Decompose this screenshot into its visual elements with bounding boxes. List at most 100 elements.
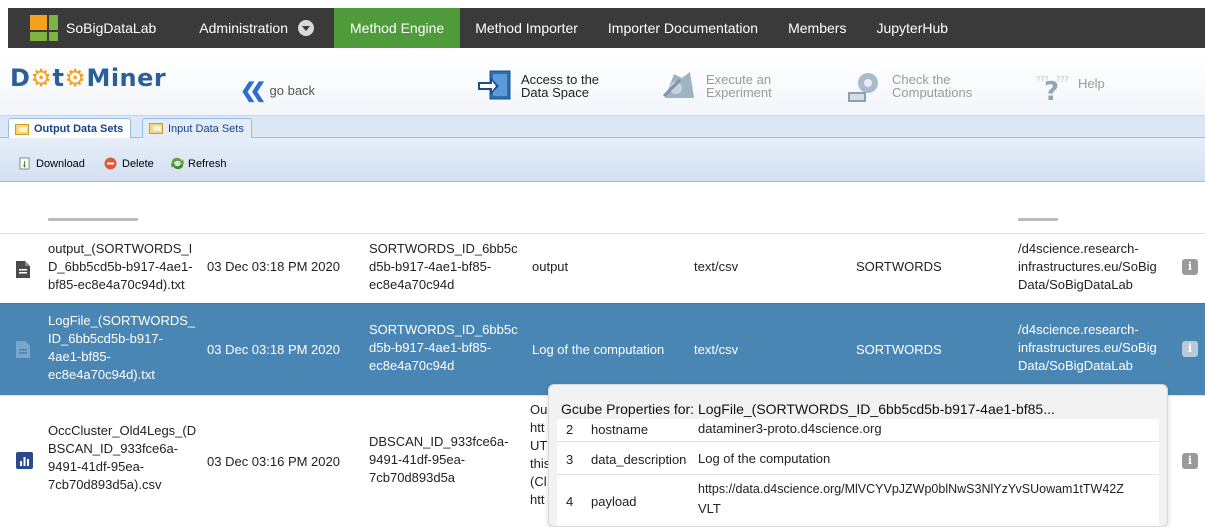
property-key: payload bbox=[591, 494, 637, 509]
gear-icon: ⚙ bbox=[64, 64, 87, 92]
top-navbar-bar: SoBigDataLab Administration Method Engin… bbox=[8, 8, 1205, 48]
dataset-id: SORTWORDS_ID_6bb5c d5b-b917-4ae1-bf85- ec8… bbox=[369, 322, 518, 373]
nav-brand-label: SoBigDataLab bbox=[66, 20, 157, 36]
dataset-description: Log of the computation bbox=[532, 342, 665, 357]
check-computations-button[interactable]: Check the Computations bbox=[846, 68, 972, 104]
gear-icon: ⚙ bbox=[30, 64, 53, 92]
table-row-selected[interactable]: LogFile_(SORTWORDS_ ID_6bb5cd5b-b917- 4ae1… bbox=[0, 303, 1205, 395]
gcube-properties-tooltip: Gcube Properties for: LogFile_(SORTWORDS… bbox=[548, 384, 1168, 527]
nav-item-members[interactable]: Members bbox=[773, 8, 861, 48]
logo-letter: Miner bbox=[86, 64, 167, 92]
info-icon[interactable]: i bbox=[1182, 259, 1198, 275]
nav-item-label: JupyterHub bbox=[876, 20, 949, 36]
computations-gear-icon bbox=[846, 68, 884, 104]
document-icon bbox=[16, 341, 30, 358]
help-label: Help bbox=[1078, 75, 1105, 91]
download-button[interactable]: Download bbox=[18, 157, 85, 170]
download-label: Download bbox=[36, 157, 85, 170]
nav-item-label: Method Engine bbox=[350, 20, 445, 36]
tab-input-data-sets[interactable]: Input Data Sets bbox=[142, 118, 252, 138]
refresh-icon bbox=[170, 157, 184, 170]
go-back-label: go back bbox=[269, 83, 316, 98]
double-chevron-left-icon: ❮❮ bbox=[240, 80, 266, 102]
property-index: 2 bbox=[566, 422, 574, 437]
dataset-date: 03 Dec 03:16 PM 2020 bbox=[207, 454, 340, 469]
refresh-button[interactable]: Refresh bbox=[170, 157, 227, 170]
table-row[interactable]: output_(SORTWORDS_I D_6bb5cd5b-b917-4ae1-… bbox=[0, 233, 1205, 303]
nav-brand[interactable]: SoBigDataLab bbox=[8, 8, 171, 48]
refresh-label: Refresh bbox=[188, 157, 227, 170]
dataset-id: DBSCAN_ID_933fce6a- 9491-41df-95ea- 7cb70d… bbox=[369, 434, 509, 485]
delete-icon bbox=[104, 157, 117, 170]
dataset-operator: SORTWORDS bbox=[856, 342, 942, 357]
property-value: https://data.d4science.org/MlVCYVpJZWp0b… bbox=[698, 482, 1124, 516]
logo-letter: D bbox=[10, 64, 31, 92]
nav-item-administration[interactable]: Administration bbox=[171, 8, 329, 48]
dataset-date: 03 Dec 03:18 PM 2020 bbox=[207, 259, 340, 274]
delete-button[interactable]: Delete bbox=[104, 157, 154, 170]
dataset-id: SORTWORDS_ID_6bb5c d5b-b917-4ae1-bf85- ec8… bbox=[369, 241, 518, 292]
logo-letter: t bbox=[52, 64, 65, 92]
nav-item-importer-documentation[interactable]: Importer Documentation bbox=[593, 8, 773, 48]
dataminer-header: D⚙t⚙Miner ❮❮ go back Access to the Data S… bbox=[0, 56, 1205, 116]
nav-item-label: Administration bbox=[199, 20, 288, 36]
go-back-button[interactable]: ❮❮ go back bbox=[240, 78, 315, 103]
scrolled-row-remnant bbox=[48, 218, 1148, 228]
dataminer-logo: D⚙t⚙Miner bbox=[10, 64, 166, 92]
folder-icon bbox=[15, 123, 29, 135]
bar-chart-icon bbox=[16, 452, 33, 469]
property-value: Log of the computation bbox=[698, 451, 831, 466]
property-key: data_description bbox=[591, 452, 687, 467]
nav-item-jupyterhub[interactable]: JupyterHub bbox=[861, 8, 963, 48]
dataset-toolbar: Download Delete Refresh bbox=[0, 138, 1205, 182]
property-index: 4 bbox=[566, 494, 574, 509]
tab-label: Input Data Sets bbox=[168, 122, 244, 135]
access-data-space-label: Access to the Data Space bbox=[521, 72, 600, 100]
top-navbar: SoBigDataLab Administration Method Engin… bbox=[0, 0, 1205, 56]
tab-output-data-sets[interactable]: Output Data Sets bbox=[8, 118, 132, 139]
property-row: 2 hostname dataminer3-proto.d4science.or… bbox=[557, 419, 1159, 442]
properties-table: 2 hostname dataminer3-proto.d4science.or… bbox=[557, 419, 1159, 526]
experiment-icon bbox=[660, 68, 698, 104]
dataset-path: /d4science.research-infrastructures.eu/S… bbox=[1018, 241, 1157, 292]
tooltip-title: Gcube Properties for: LogFile_(SORTWORDS… bbox=[561, 401, 1055, 417]
dataset-tabs: Output Data Sets Input Data Sets bbox=[0, 116, 1205, 139]
property-index: 3 bbox=[566, 452, 574, 467]
dataset-mime-type: text/csv bbox=[694, 259, 739, 274]
property-value: dataminer3-proto.d4science.org bbox=[698, 421, 882, 436]
property-row: 3 data_description Log of the computatio… bbox=[557, 442, 1159, 475]
dataset-operator: SORTWORDS bbox=[856, 259, 942, 274]
delete-label: Delete bbox=[122, 157, 154, 170]
execute-experiment-label: Execute an Experiment bbox=[706, 72, 772, 100]
chevron-down-icon bbox=[298, 20, 314, 36]
dataset-name: LogFile_(SORTWORDS_ ID_6bb5cd5b-b917- 4ae1… bbox=[48, 313, 196, 382]
info-icon[interactable]: i bbox=[1182, 341, 1198, 357]
dataset-mime-type: text/csv bbox=[694, 342, 739, 357]
dataset-description: output bbox=[532, 259, 569, 274]
nav-item-label: Members bbox=[788, 20, 847, 36]
dataset-name: OccCluster_Old4Legs_(D BSCAN_ID_933fce6a-… bbox=[48, 423, 197, 492]
svg-text:???: ??? bbox=[1056, 75, 1069, 84]
nav-item-label: Method Importer bbox=[475, 20, 578, 36]
info-icon[interactable]: i bbox=[1182, 453, 1198, 469]
folder-icon bbox=[149, 123, 163, 134]
help-question-icon: ??? ? ??? bbox=[1032, 70, 1070, 107]
tab-label: Output Data Sets bbox=[34, 123, 124, 135]
dataset-date: 03 Dec 03:18 PM 2020 bbox=[207, 342, 340, 357]
access-data-space-button[interactable]: Access to the Data Space bbox=[475, 68, 599, 104]
execute-experiment-button[interactable]: Execute an Experiment bbox=[660, 68, 772, 104]
property-key: hostname bbox=[591, 422, 649, 437]
nav-item-method-engine[interactable]: Method Engine bbox=[334, 8, 461, 48]
help-button[interactable]: ??? ? ??? Help bbox=[1032, 70, 1105, 107]
app-root: SoBigDataLab Administration Method Engin… bbox=[0, 0, 1205, 527]
nav-item-method-importer[interactable]: Method Importer bbox=[460, 8, 593, 48]
dataset-name: output_(SORTWORDS_I D_6bb5cd5b-b917-4ae1-… bbox=[48, 241, 193, 292]
sobigdata-logo-icon bbox=[30, 15, 58, 41]
dataset-path: /d4science.research-infrastructures.eu/S… bbox=[1018, 322, 1157, 373]
nav-item-label: Importer Documentation bbox=[607, 20, 759, 36]
property-row: 4 payload https://data.d4science.org/MlV… bbox=[557, 475, 1159, 526]
download-icon bbox=[18, 157, 31, 170]
data-space-icon bbox=[475, 68, 513, 104]
check-computations-label: Check the Computations bbox=[892, 72, 973, 100]
document-icon bbox=[16, 261, 30, 278]
